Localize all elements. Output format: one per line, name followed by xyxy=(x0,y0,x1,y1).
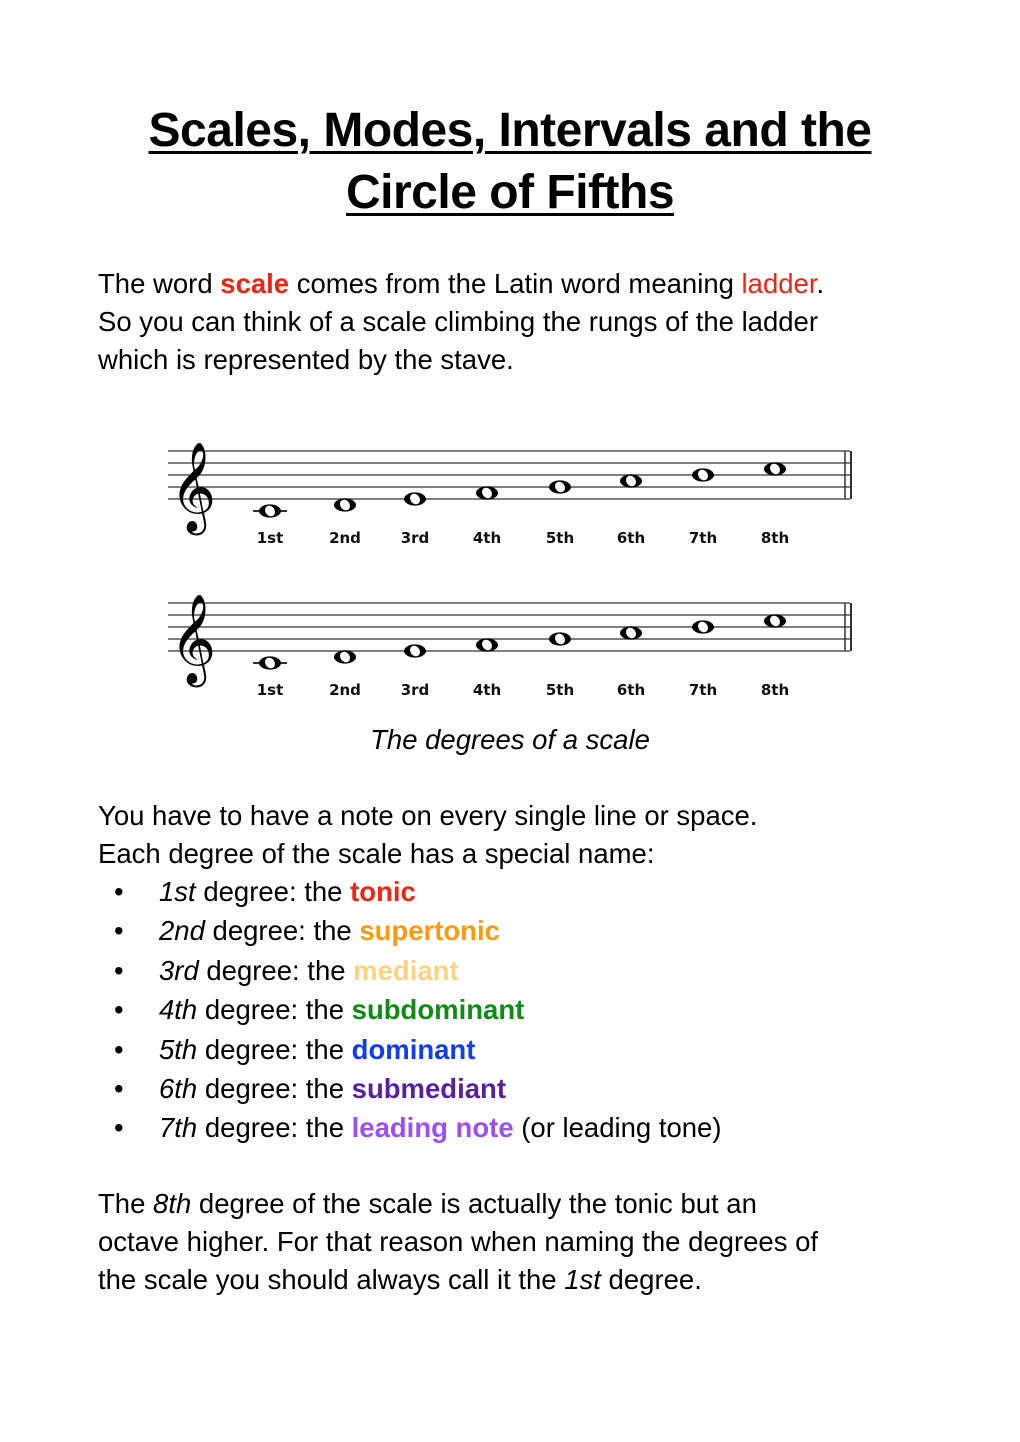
title-line-1: Scales, Modes, Intervals and the xyxy=(148,104,872,157)
degree-label: 4th xyxy=(473,529,501,547)
degree-label: 8th xyxy=(761,681,789,699)
whole-note xyxy=(259,504,281,518)
degree-ordinal: 3rd xyxy=(159,954,199,986)
whole-note xyxy=(620,626,642,640)
degree-label: 5th xyxy=(546,529,574,547)
whole-note xyxy=(764,614,786,628)
list-item: • 4th degree: the subdominant xyxy=(98,990,722,1029)
degree-label: 6th xyxy=(617,681,645,699)
degree-text: degree: the xyxy=(198,954,354,986)
degree-ordinal: 7th xyxy=(159,1112,198,1144)
paragraph-text: Each degree of the scale has a special n… xyxy=(98,838,655,869)
degree-ordinal: 2nd xyxy=(159,915,205,947)
degree-name-mediant: mediant xyxy=(353,954,459,986)
degree-text: degree: the xyxy=(197,1072,352,1104)
intro-text: . xyxy=(816,268,825,299)
degree-label: 6th xyxy=(617,529,645,547)
whole-note xyxy=(334,650,356,664)
degree-label: 3rd xyxy=(401,529,430,547)
list-item: • 1st degree: the tonic xyxy=(98,872,722,911)
degree-text: degree: the xyxy=(197,1033,352,1065)
bullet: • xyxy=(114,1112,124,1144)
degree-name-leading-note: leading note xyxy=(351,1112,514,1144)
degree-label: 1st xyxy=(257,681,284,699)
degree-text: degree: the xyxy=(197,994,352,1026)
degree-name-submediant: submediant xyxy=(351,1072,506,1104)
staff-2: 𝄞 1st 2nd 3rd 4th 5th 6th 7th 8th xyxy=(0,572,1020,732)
paragraph-text: the scale you should always call it the xyxy=(98,1264,565,1295)
whole-note xyxy=(692,620,714,634)
degree-label: 1st xyxy=(257,529,284,547)
degree-label: 8th xyxy=(761,529,789,547)
staff-1-svg: 𝄞 1st 2nd 3rd 4th 5th 6th 7th 8th xyxy=(168,442,852,547)
figure-caption: The degrees of a scale xyxy=(370,724,650,755)
whole-note xyxy=(549,632,571,646)
ladder-keyword: ladder xyxy=(741,268,817,299)
bullet: • xyxy=(114,994,124,1026)
paragraph-text: You have to have a note on every single … xyxy=(98,800,758,831)
degree-text: degree: the xyxy=(195,876,351,907)
list-item: • 2nd degree: the supertonic xyxy=(98,911,722,950)
degree-text: degree: the xyxy=(197,1112,352,1144)
degree-name-supertonic: supertonic xyxy=(359,915,500,947)
bullet: • xyxy=(114,876,124,907)
degree-ordinal: 1st xyxy=(159,876,196,907)
paragraph-text: The xyxy=(98,1188,154,1219)
paragraph-text: degree. xyxy=(600,1264,702,1295)
degree-intro-paragraph: You have to have a note on every single … xyxy=(98,797,938,873)
degree-label: 3rd xyxy=(401,681,430,699)
whole-note xyxy=(404,492,426,506)
degree-label: 7th xyxy=(689,681,717,699)
degree-label: 5th xyxy=(546,681,574,699)
whole-note xyxy=(476,486,498,500)
degree-suffix: (or leading tone) xyxy=(513,1112,722,1144)
list-item: • 3rd degree: the mediant xyxy=(98,951,722,990)
whole-note xyxy=(692,468,714,482)
whole-note xyxy=(764,462,786,476)
bullet: • xyxy=(114,1033,124,1065)
intro-text: comes from the Latin word meaning xyxy=(289,268,742,299)
whole-note xyxy=(620,474,642,488)
paragraph-text: octave higher. For that reason when nami… xyxy=(98,1226,819,1257)
ordinal-1st: 1st xyxy=(564,1264,601,1295)
staff-1: 𝄞 1st 2nd 3rd 4th 5th 6th 7th 8th xyxy=(0,420,1020,580)
page-title: Scales, Modes, Intervals and the Circle … xyxy=(0,100,1020,224)
degree-label: 4th xyxy=(473,681,501,699)
degree-name-tonic: tonic xyxy=(350,876,416,907)
list-item: • 5th degree: the dominant xyxy=(98,1030,722,1069)
intro-text: which is represented by the stave. xyxy=(98,344,514,375)
list-item: • 7th degree: the leading note (or leadin… xyxy=(98,1108,722,1147)
title-line-2: Circle of Fifths xyxy=(345,166,675,219)
degree-label: 7th xyxy=(689,529,717,547)
degree-name-subdominant: subdominant xyxy=(351,994,525,1026)
whole-note xyxy=(549,480,571,494)
degree-label: 2nd xyxy=(329,529,361,547)
ordinal-8th: 8th xyxy=(153,1188,192,1219)
degree-text: degree: the xyxy=(204,915,360,947)
scale-keyword: scale xyxy=(220,268,290,299)
paragraph-text: degree of the scale is actually the toni… xyxy=(191,1188,757,1219)
treble-clef-icon: 𝄞 xyxy=(170,442,216,536)
degree-names-list: • 1st degree: the tonic • 2nd degree: the … xyxy=(98,872,722,1148)
staff-2-svg: 𝄞 1st 2nd 3rd 4th 5th 6th 7th 8th xyxy=(168,594,852,699)
degree-ordinal: 4th xyxy=(159,994,198,1026)
intro-text: The word xyxy=(98,268,221,299)
whole-note xyxy=(476,638,498,652)
treble-clef-icon: 𝄞 xyxy=(170,594,216,688)
degree-ordinal: 5th xyxy=(159,1033,198,1065)
whole-note xyxy=(334,498,356,512)
bullet: • xyxy=(114,1072,124,1104)
whole-note xyxy=(404,644,426,658)
intro-paragraph: The word scale comes from the Latin word… xyxy=(98,265,938,379)
bullet: • xyxy=(114,954,124,986)
degree-label: 2nd xyxy=(329,681,361,699)
degree-name-dominant: dominant xyxy=(351,1033,476,1065)
list-item: • 6th degree: the submediant xyxy=(98,1069,722,1108)
closing-paragraph: The 8th degree of the scale is actually … xyxy=(98,1185,938,1299)
degree-ordinal: 6th xyxy=(159,1072,198,1104)
intro-text: So you can think of a scale climbing the… xyxy=(98,306,819,337)
whole-note xyxy=(259,656,281,670)
bullet: • xyxy=(114,915,124,947)
